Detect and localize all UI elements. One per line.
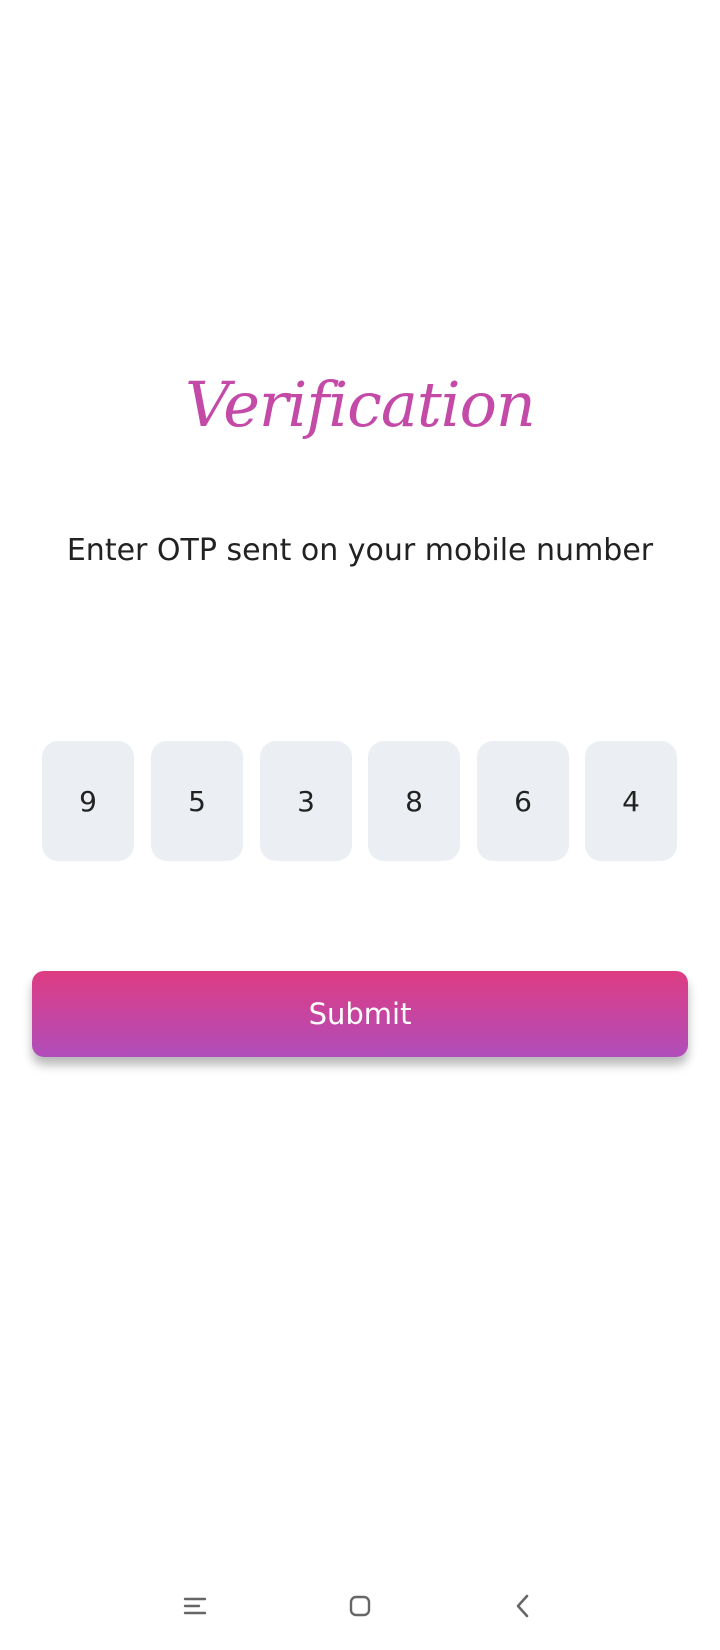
otp-digit-2[interactable]: 5	[151, 741, 243, 861]
otp-instruction: Enter OTP sent on your mobile number	[66, 533, 654, 568]
otp-digit-6[interactable]: 4	[585, 741, 677, 861]
system-navigation-bar	[0, 1560, 720, 1650]
otp-digit-5[interactable]: 6	[477, 741, 569, 861]
menu-icon[interactable]	[165, 1576, 225, 1636]
otp-digit-4[interactable]: 8	[368, 741, 460, 861]
otp-digit-3[interactable]: 3	[260, 741, 352, 861]
otp-input-group: 9 5 3 8 6 4	[42, 741, 678, 861]
submit-button[interactable]: Submit	[32, 971, 688, 1057]
otp-digit-1[interactable]: 9	[42, 741, 134, 861]
home-icon[interactable]	[330, 1576, 390, 1636]
page-title: Verification	[185, 368, 536, 441]
back-icon[interactable]	[493, 1576, 553, 1636]
